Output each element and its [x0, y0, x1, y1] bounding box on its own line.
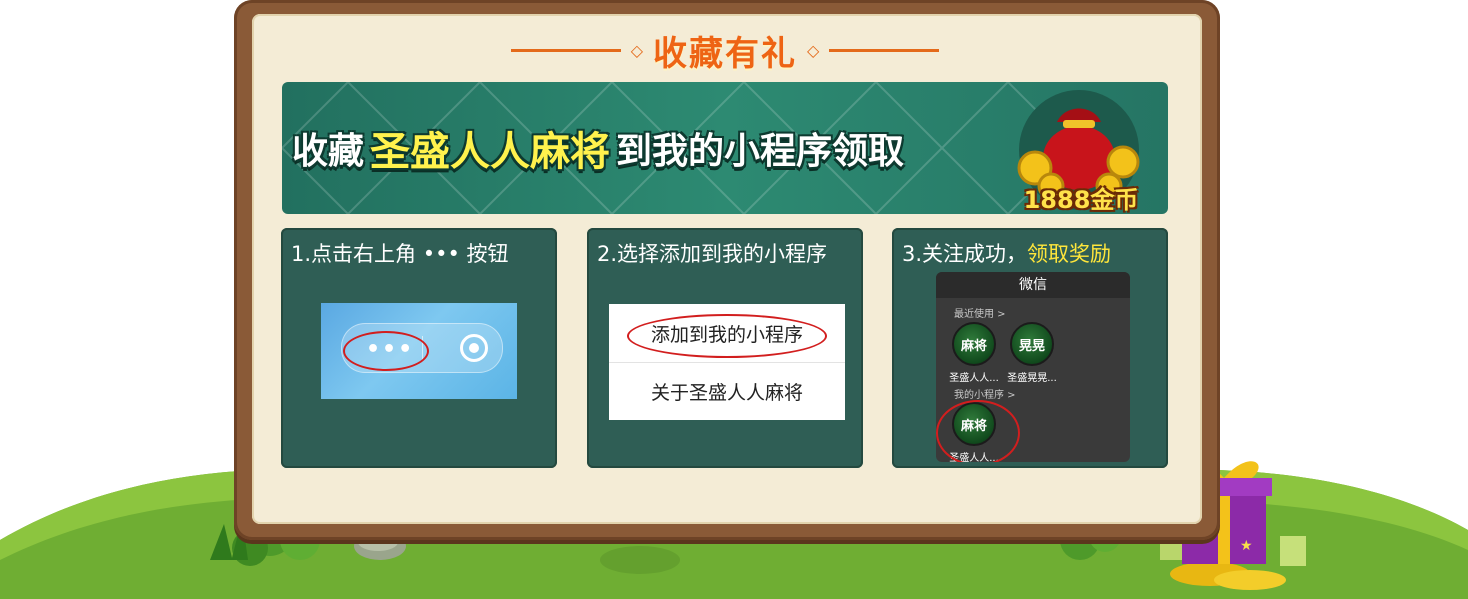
step-2-title: 2.选择添加到我的小程序: [597, 242, 828, 266]
banner-post-text: 到我的小程序领取: [616, 131, 905, 172]
page-title: 收藏有礼: [653, 33, 797, 74]
recent-section-label: 最近使用 >: [954, 309, 1006, 320]
step-3-title: 3.关注成功，领取奖励: [902, 238, 1111, 268]
banner-headline: 收藏 圣盛人人麻将 到我的小程序领取: [292, 122, 905, 175]
title-bar: ◇ 收藏有礼 ◇: [480, 28, 970, 74]
step-card-3: 3.关注成功，领取奖励 微信 最近使用 > 麻将 圣盛人人... 晃晃 圣盛晃晃…: [892, 228, 1168, 468]
title-line-right: [829, 48, 940, 52]
highlight-circle: [936, 400, 1020, 462]
banner-pre-text: 收藏: [292, 131, 365, 172]
wechat-header: 微信: [936, 272, 1130, 298]
recent-app-1: 麻将 圣盛人人...: [942, 322, 1006, 384]
highlight-circle: [343, 331, 429, 371]
step-3-title-main: 3.关注成功，: [902, 242, 1028, 266]
title-line-left: [510, 48, 621, 52]
diamond-icon: ◇: [630, 40, 643, 60]
svg-text:★: ★: [1240, 538, 1253, 554]
menu-item-about: 关于圣盛人人麻将: [650, 381, 803, 404]
step-card-2: 2.选择添加到我的小程序 添加到我的小程序 关于圣盛人人麻将: [587, 228, 863, 468]
highlight-circle: [627, 314, 827, 358]
target-icon: [460, 334, 488, 362]
step-card-1: 1.点击右上角 ••• 按钮 •••: [281, 228, 557, 468]
banner-game-name: 圣盛人人麻将: [370, 129, 611, 175]
app-label: 圣盛晃晃...: [1007, 373, 1057, 384]
action-menu: 添加到我的小程序 关于圣盛人人麻将: [609, 304, 845, 420]
recent-app-2: 晃晃 圣盛晃晃...: [1000, 322, 1064, 384]
diamond-icon: ◇: [807, 40, 820, 60]
wechat-screenshot: 微信 最近使用 > 麻将 圣盛人人... 晃晃 圣盛晃晃... 我的小程序 > …: [936, 272, 1130, 462]
capsule-screenshot: •••: [321, 303, 517, 399]
step-1-title: 1.点击右上角 ••• 按钮: [291, 242, 509, 266]
reward-label: 1888金币: [1023, 186, 1139, 214]
app-label: 圣盛人人...: [949, 373, 999, 384]
mahjong-app-icon: 麻将: [952, 322, 996, 366]
huanghuang-app-icon: 晃晃: [1010, 322, 1054, 366]
step-3-title-highlight: 领取奖励: [1027, 242, 1112, 266]
mine-section-label: 我的小程序 >: [954, 390, 1016, 401]
